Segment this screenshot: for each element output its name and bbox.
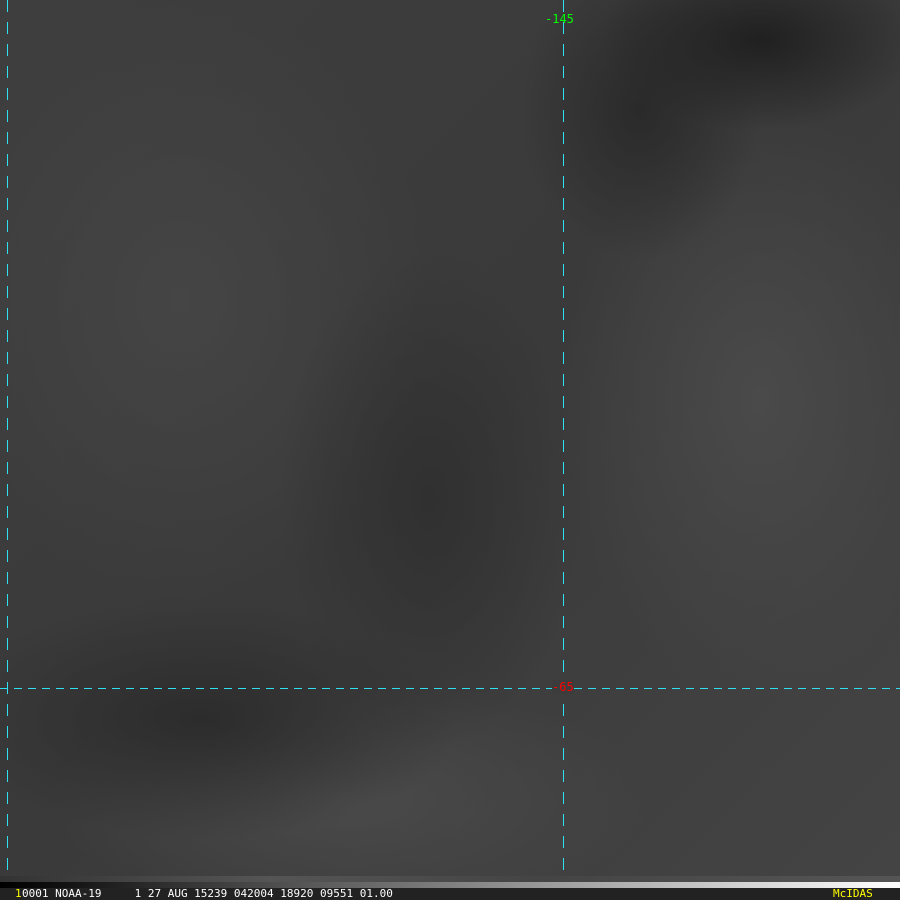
status-line: 1 0001 NOAA-19 1 27 AUG 15239 042004 1892…: [0, 888, 900, 900]
satellite-imagery: [0, 0, 900, 876]
frame-number: 1: [15, 887, 22, 900]
latitude-label: -65: [552, 680, 574, 694]
image-info: 0001 NOAA-19 1 27 AUG 15239 042004 18920…: [22, 887, 393, 900]
latitude-gridline: [0, 688, 900, 689]
longitude-gridline: [7, 0, 8, 876]
longitude-label: -145: [545, 12, 574, 26]
satellite-image-display: -145 -65 1 0001 NOAA-19 1 27 AUG 15239 04…: [0, 0, 900, 900]
longitude-gridline: [563, 0, 564, 876]
mcidas-brand: McIDAS: [833, 887, 873, 900]
